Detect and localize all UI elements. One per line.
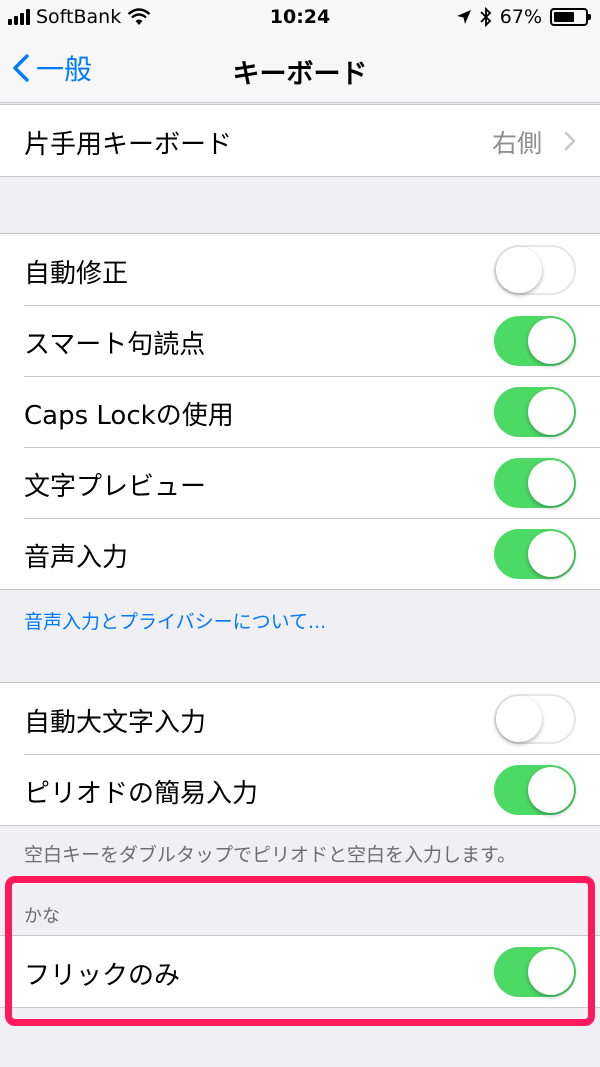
capitalization-group: 自動大文字入力 ピリオドの簡易入力 — [0, 682, 600, 826]
toggle-knob — [528, 318, 574, 364]
period-shortcut-row: ピリオドの簡易入力 — [0, 754, 600, 825]
toggle-knob — [528, 389, 574, 435]
chevron-right-icon — [564, 131, 576, 151]
one-hand-keyboard-label: 片手用キーボード — [24, 130, 233, 160]
smart-punctuation-row: スマート句読点 — [0, 305, 600, 376]
navigation-bar: 一般 キーボード — [0, 36, 600, 103]
dictation-label: 音声入力 — [24, 543, 129, 573]
one-hand-keyboard-row[interactable]: 片手用キーボード 右側 — [0, 105, 600, 176]
auto-capitalization-label: 自動大文字入力 — [24, 708, 207, 738]
highlight-frame — [5, 876, 595, 1026]
one-hand-keyboard-value: 右側 — [491, 129, 542, 158]
location-arrow-icon — [456, 10, 471, 24]
auto-correction-label: 自動修正 — [24, 259, 129, 289]
caps-lock-label: Caps Lockの使用 — [24, 401, 234, 431]
period-shortcut-toggle[interactable] — [494, 765, 576, 815]
status-bar: SoftBank 10:24 67% — [0, 0, 600, 36]
battery-icon — [550, 8, 591, 26]
toggle-knob — [496, 696, 542, 742]
dictation-toggle[interactable] — [494, 529, 576, 579]
battery-fill — [554, 12, 575, 22]
toggle-knob — [496, 247, 542, 293]
auto-capitalization-row: 自動大文字入力 — [0, 683, 600, 754]
period-shortcut-label: ピリオドの簡易入力 — [24, 779, 259, 809]
keyboard-settings-group: 自動修正 スマート句読点 Caps Lockの使用 文字プレビュー 音声入力 — [0, 233, 600, 590]
character-preview-toggle[interactable] — [494, 458, 576, 508]
smart-punctuation-toggle[interactable] — [494, 316, 576, 366]
toggle-knob — [528, 531, 574, 577]
battery-percent: 67% — [499, 6, 542, 28]
auto-correction-row: 自動修正 — [0, 234, 600, 305]
bluetooth-icon — [480, 7, 492, 27]
page-title: キーボード — [232, 59, 368, 90]
one-hand-group: 片手用キーボード 右側 — [0, 104, 600, 177]
status-right: 67% — [456, 6, 591, 28]
period-shortcut-footer: 空白キーをダブルタップでピリオドと空白を入力します。 — [24, 844, 517, 866]
dictation-privacy-link[interactable]: 音声入力とプライバシーについて... — [24, 607, 326, 634]
toggle-knob — [528, 767, 574, 813]
auto-correction-toggle[interactable] — [494, 245, 576, 295]
auto-capitalization-toggle[interactable] — [494, 694, 576, 744]
character-preview-row: 文字プレビュー — [0, 447, 600, 518]
caps-lock-toggle[interactable] — [494, 387, 576, 437]
smart-punctuation-label: スマート句読点 — [24, 330, 206, 360]
toggle-knob — [528, 460, 574, 506]
dictation-row: 音声入力 — [0, 518, 600, 589]
caps-lock-row: Caps Lockの使用 — [0, 376, 600, 447]
character-preview-label: 文字プレビュー — [24, 472, 207, 502]
